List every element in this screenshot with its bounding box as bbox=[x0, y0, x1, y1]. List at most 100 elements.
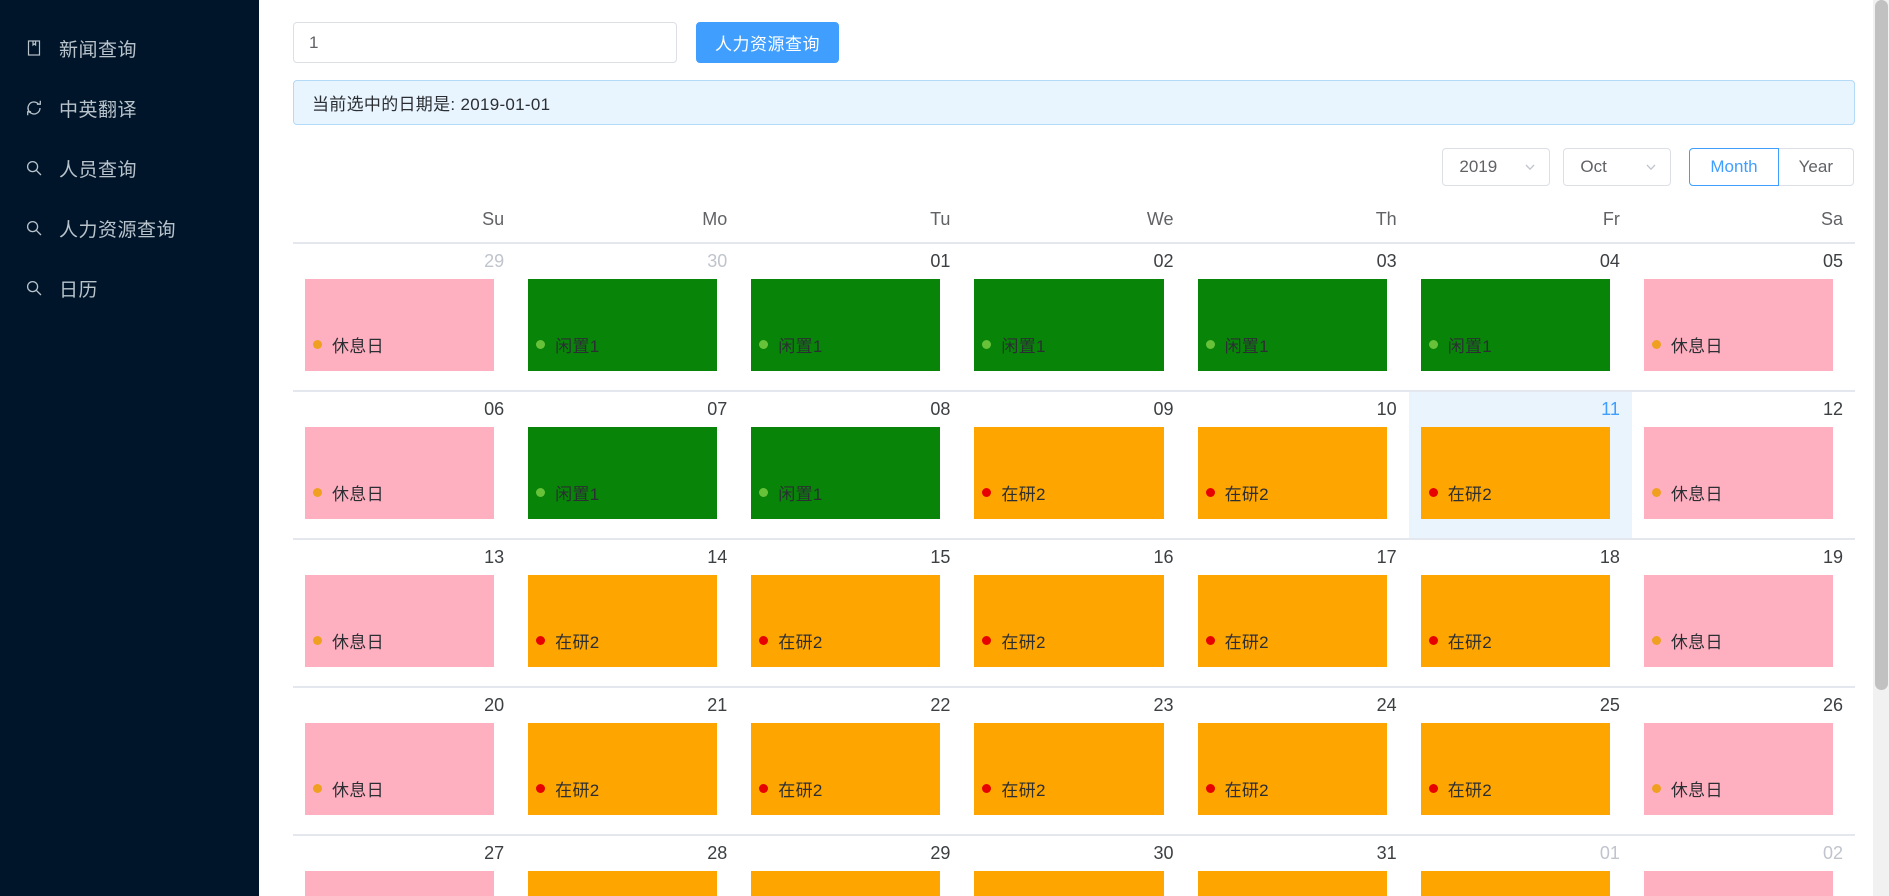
day-event-block[interactable]: 休息日 bbox=[305, 870, 495, 896]
day-event-block[interactable]: 在研2 bbox=[1197, 574, 1387, 667]
calendar-day-cell[interactable]: 30在研2 bbox=[962, 834, 1186, 896]
day-event-block[interactable]: 闲置1 bbox=[1420, 278, 1610, 371]
day-event-block[interactable]: 休息日 bbox=[1643, 278, 1833, 371]
day-event-block[interactable]: 在研2 bbox=[751, 870, 941, 896]
day-event-block[interactable]: 休息日 bbox=[305, 426, 495, 519]
day-event-block[interactable]: 在研2 bbox=[1197, 426, 1387, 519]
calendar-day-cell[interactable]: 28在研2 bbox=[516, 834, 740, 896]
day-event-label: 在研2 bbox=[555, 632, 600, 652]
calendar-day-cell[interactable]: 20 休息日 bbox=[293, 686, 517, 835]
calendar-day-cell[interactable]: 08 闲置1 bbox=[739, 390, 963, 539]
sidebar-item-2[interactable]: 中英翻译 bbox=[0, 78, 259, 138]
calendar-day-cell[interactable]: 03 闲置1 bbox=[1185, 242, 1409, 391]
calendar-day-cell[interactable]: 02 闲置1 bbox=[962, 242, 1186, 391]
day-event-block[interactable]: 在研2 bbox=[751, 722, 941, 815]
day-number: 16 bbox=[1153, 547, 1174, 567]
day-event-block[interactable]: 在研2 bbox=[1420, 426, 1610, 519]
day-event-block[interactable]: 休息日 bbox=[1643, 426, 1833, 519]
calendar-day-cell[interactable]: 24 在研2 bbox=[1185, 686, 1409, 835]
day-number: 01 bbox=[1599, 843, 1620, 863]
calendar-day-cell[interactable]: 18 在研2 bbox=[1408, 538, 1632, 687]
day-event-block[interactable]: 在研2 bbox=[1420, 722, 1610, 815]
sidebar-item-1[interactable]: 新闻查询 bbox=[0, 18, 259, 78]
calendar-day-cell[interactable]: 15 在研2 bbox=[739, 538, 963, 687]
calendar-day-cell[interactable]: 04 闲置1 bbox=[1408, 242, 1632, 391]
day-event-block[interactable]: 在研2 bbox=[974, 574, 1164, 667]
calendar-day-cell[interactable]: 29在研2 bbox=[739, 834, 963, 896]
day-number: 18 bbox=[1599, 547, 1620, 567]
day-event-block[interactable]: 在研2 bbox=[1197, 870, 1387, 896]
calendar-day-cell[interactable]: 31在研2 bbox=[1185, 834, 1409, 896]
calendar-day-cell-selected[interactable]: 11 在研2 bbox=[1408, 390, 1632, 539]
status-dot-icon bbox=[1651, 635, 1661, 645]
calendar-day-cell[interactable]: 29 休息日 bbox=[293, 242, 517, 391]
calendar-day-cell[interactable]: 22 在研2 bbox=[739, 686, 963, 835]
day-event-label: 在研2 bbox=[1001, 780, 1046, 800]
calendar-day-cell[interactable]: 06 休息日 bbox=[293, 390, 517, 539]
calendar-day-cell[interactable]: 17 在研2 bbox=[1185, 538, 1409, 687]
day-event-block[interactable]: 在研2 bbox=[528, 574, 718, 667]
search-input[interactable] bbox=[293, 22, 677, 63]
calendar-day-cell[interactable]: 13 休息日 bbox=[293, 538, 517, 687]
calendar-day-cell[interactable]: 19 休息日 bbox=[1631, 538, 1855, 687]
day-event-block[interactable]: 闲置1 bbox=[974, 278, 1164, 371]
calendar-day-cell[interactable]: 30 闲置1 bbox=[516, 242, 740, 391]
page-scrollbar-thumb[interactable] bbox=[1875, 0, 1888, 690]
day-event-block[interactable]: 休息日 bbox=[1643, 870, 1833, 896]
day-event-block[interactable]: 在研2 bbox=[528, 870, 718, 896]
month-select[interactable]: Oct bbox=[1563, 148, 1672, 186]
calendar-day-cell[interactable]: 01 闲置1 bbox=[739, 242, 963, 391]
calendar-day-cell[interactable]: 12 休息日 bbox=[1631, 390, 1855, 539]
day-event-block[interactable]: 闲置1 bbox=[528, 278, 718, 371]
day-event-block[interactable]: 休息日 bbox=[305, 574, 495, 667]
calendar-day-cell[interactable]: 05 休息日 bbox=[1631, 242, 1855, 391]
calendar-day-cell[interactable]: 02 休息日 bbox=[1631, 834, 1855, 896]
year-select[interactable]: 2019 bbox=[1442, 148, 1551, 186]
day-number: 29 bbox=[484, 251, 505, 271]
calendar-day-cell[interactable]: 21 在研2 bbox=[516, 686, 740, 835]
day-cell-content: 23 在研2 bbox=[962, 688, 1185, 834]
day-event-block[interactable]: 在研2 bbox=[751, 574, 941, 667]
day-event-block[interactable]: 闲置1 bbox=[751, 278, 941, 371]
day-event-block[interactable]: 在研2 bbox=[974, 870, 1164, 896]
sidebar-item-4[interactable]: 人力资源查询 bbox=[0, 198, 259, 258]
calendar-day-cell[interactable]: 26 休息日 bbox=[1631, 686, 1855, 835]
day-event-block[interactable]: 休息日 bbox=[305, 722, 495, 815]
calendar-day-cell[interactable]: 10 在研2 bbox=[1185, 390, 1409, 539]
calendar-day-cell[interactable]: 16 在研2 bbox=[962, 538, 1186, 687]
day-event-inner: 闲置1 bbox=[1421, 332, 1492, 357]
day-number: 22 bbox=[930, 695, 951, 715]
calendar-day-cell[interactable]: 27 休息日 bbox=[293, 834, 517, 896]
calendar-day-cell[interactable]: 09 在研2 bbox=[962, 390, 1186, 539]
calendar-day-cell[interactable]: 01在研2 bbox=[1408, 834, 1632, 896]
calendar-week-row: 29 休息日 30 闲置1 01 闲置1 02 闲置1 03 闲置1 04 闲置1 05 休息日 bbox=[293, 242, 1855, 391]
calendar-day-cell[interactable]: 14 在研2 bbox=[516, 538, 740, 687]
day-event-block[interactable]: 在研2 bbox=[974, 426, 1164, 519]
day-event-block[interactable]: 闲置1 bbox=[528, 426, 718, 519]
day-event-block[interactable]: 休息日 bbox=[1643, 722, 1833, 815]
day-event-block[interactable]: 在研2 bbox=[1420, 574, 1610, 667]
day-event-label: 在研2 bbox=[1224, 632, 1269, 652]
weekday-header-we: We bbox=[962, 199, 1186, 244]
day-event-block[interactable]: 休息日 bbox=[1643, 574, 1833, 667]
day-event-block[interactable]: 在研2 bbox=[974, 722, 1164, 815]
day-number: 26 bbox=[1822, 695, 1843, 715]
page-scrollbar[interactable] bbox=[1873, 0, 1889, 896]
day-event-label: 闲置1 bbox=[1001, 336, 1046, 356]
day-event-block[interactable]: 休息日 bbox=[305, 278, 495, 371]
day-event-block[interactable]: 闲置1 bbox=[751, 426, 941, 519]
day-event-block[interactable]: 闲置1 bbox=[1197, 278, 1387, 371]
day-cell-content: 19 休息日 bbox=[1632, 540, 1855, 686]
view-month-button[interactable]: Month bbox=[1689, 148, 1779, 186]
view-year-button[interactable]: Year bbox=[1778, 148, 1854, 186]
sidebar-item-3[interactable]: 人员查询 bbox=[0, 138, 259, 198]
day-number: 25 bbox=[1599, 695, 1620, 715]
calendar-day-cell[interactable]: 25 在研2 bbox=[1408, 686, 1632, 835]
calendar-day-cell[interactable]: 23 在研2 bbox=[962, 686, 1186, 835]
sidebar-item-5[interactable]: 日历 bbox=[0, 258, 259, 318]
calendar-day-cell[interactable]: 07 闲置1 bbox=[516, 390, 740, 539]
day-event-block[interactable]: 在研2 bbox=[1420, 870, 1610, 896]
day-event-block[interactable]: 在研2 bbox=[1197, 722, 1387, 815]
hr-query-button[interactable]: 人力资源查询 bbox=[696, 22, 839, 63]
day-event-block[interactable]: 在研2 bbox=[528, 722, 718, 815]
